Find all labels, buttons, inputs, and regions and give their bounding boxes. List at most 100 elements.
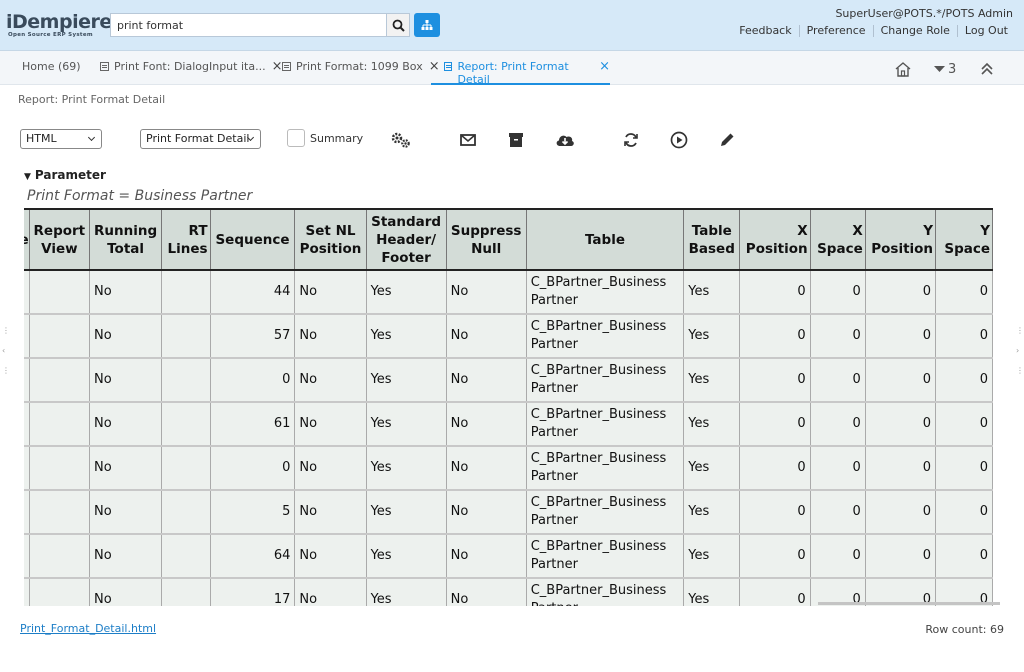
cell-table-based: Yes: [683, 269, 741, 315]
cell-y-pos: 0: [864, 401, 937, 447]
table-row[interactable]: No 44 No Yes No C_BPartner_Business Partner Ye…: [24, 269, 993, 315]
cell-running-total: No: [88, 577, 163, 606]
send-email-button[interactable]: [457, 129, 479, 151]
cell-suppress: No: [445, 401, 527, 447]
column-header[interactable]: RT Lines: [161, 208, 211, 271]
cell-y-space: 0: [935, 357, 993, 403]
menu-tree-button[interactable]: [414, 13, 440, 37]
column-header-label: Based: [688, 240, 735, 257]
column-header[interactable]: Standard Header/Footer: [365, 208, 447, 271]
export-button[interactable]: [554, 129, 576, 151]
cell-sequence: 44: [209, 269, 296, 315]
close-icon[interactable]: ×: [272, 60, 283, 73]
customize-button[interactable]: [390, 129, 412, 151]
cell-y-space: 0: [935, 489, 993, 535]
column-header-label: View: [41, 240, 78, 257]
mail-icon: [460, 134, 476, 146]
cell-empty: [28, 269, 90, 315]
change-role-link[interactable]: Change Role: [872, 25, 957, 37]
collapse-header-button[interactable]: [980, 60, 994, 78]
cell-x-pos: 0: [739, 313, 811, 359]
tab-print-font[interactable]: Print Font: DialogInput ita... ×: [100, 59, 282, 85]
table-row[interactable]: No 0 No Yes No C_BPartner_Business Partner Yes…: [24, 357, 993, 403]
home-button[interactable]: [894, 60, 912, 78]
user-role-label[interactable]: SuperUser@POTS.*/POTS Admin: [835, 7, 1013, 20]
search-icon: [392, 19, 405, 32]
column-header-label: Set NL: [305, 222, 356, 239]
cell-x-space: 0: [809, 445, 866, 491]
column-header[interactable]: Report View: [28, 208, 90, 271]
tab-label: Print Font: DialogInput ita...: [114, 60, 266, 73]
cell-sequence: 57: [209, 313, 296, 359]
preference-link[interactable]: Preference: [798, 25, 873, 37]
run-button[interactable]: [668, 129, 690, 151]
cell-sequence: 64: [209, 533, 296, 579]
column-header[interactable]: Table Based: [683, 208, 741, 271]
column-header[interactable]: Y Position: [864, 208, 937, 271]
column-header-label: Table: [691, 222, 732, 239]
refresh-button[interactable]: [620, 129, 642, 151]
cell-set-nl: No: [294, 445, 367, 491]
cell-running-total: No: [88, 357, 163, 403]
close-icon[interactable]: ×: [599, 60, 610, 73]
cell-sequence: 0: [209, 357, 296, 403]
tab-list-dropdown[interactable]: 3: [934, 60, 956, 78]
feedback-link[interactable]: Feedback: [732, 25, 798, 37]
global-search-input[interactable]: [110, 13, 387, 37]
output-format-select[interactable]: HTML: [20, 129, 102, 149]
column-header[interactable]: Suppress Null: [445, 208, 527, 271]
cell-table-based: Yes: [683, 401, 741, 447]
cell-empty: [161, 489, 211, 535]
column-header-label: Space: [944, 240, 990, 257]
tab-report-print-format-detail[interactable]: Report: Print Format Detail ×: [431, 59, 610, 86]
summary-label: Summary: [310, 132, 364, 145]
table-row[interactable]: No 61 No Yes No C_BPartner_Business Partner Ye…: [24, 401, 993, 447]
report-file-link[interactable]: Print_Format_Detail.html: [20, 622, 156, 635]
cell-x-pos: 0: [739, 533, 811, 579]
archive-button[interactable]: [505, 129, 527, 151]
app-header: iDempiere Open Source ERP System SuperUs…: [0, 0, 1024, 51]
column-header[interactable]: Sequence: [209, 208, 296, 271]
column-header-label: Null: [471, 240, 502, 257]
cell-set-nl: No: [294, 357, 367, 403]
column-header[interactable]: Table: [525, 208, 685, 271]
cell-set-nl: No: [294, 577, 367, 606]
archive-icon: [509, 133, 523, 147]
table-row[interactable]: No 5 No Yes No C_BPartner_Business Partner Yes…: [24, 489, 993, 535]
table-row[interactable]: No 0 No Yes No C_BPartner_Business Partner Yes…: [24, 445, 993, 491]
cell-table: C_BPartner_Business Partner: [525, 577, 685, 606]
column-header[interactable]: X Space: [809, 208, 866, 271]
cell-x-pos: 0: [739, 357, 811, 403]
edit-button[interactable]: [716, 129, 738, 151]
print-format-select[interactable]: Print Format Detail: [140, 129, 261, 149]
idempiere-logo[interactable]: iDempiere Open Source ERP System: [6, 12, 112, 38]
left-panel-handle[interactable]: ⋮ ‹ ⋮: [2, 326, 10, 376]
search-button[interactable]: [386, 13, 410, 37]
report-table-container[interactable]: e Report View Running Total RT Lines Sequen…: [24, 208, 1000, 606]
cell-empty: [161, 313, 211, 359]
column-header[interactable]: Set NL Position: [294, 208, 367, 271]
cell-empty: [28, 533, 90, 579]
column-header-label: Lines: [167, 240, 208, 257]
cell-suppress: No: [445, 445, 527, 491]
column-header[interactable]: Running Total: [88, 208, 163, 271]
cell-running-total: No: [88, 489, 163, 535]
cell-set-nl: No: [294, 313, 367, 359]
cell-x-pos: 0: [739, 577, 811, 606]
summary-checkbox[interactable]: [287, 129, 305, 147]
table-row[interactable]: No 57 No Yes No C_BPartner_Business Partner Ye…: [24, 313, 993, 359]
collapse-up-icon: [981, 62, 993, 75]
column-header[interactable]: Y Space: [935, 208, 993, 271]
right-panel-handle[interactable]: ⋮ › ⋮: [1016, 326, 1024, 376]
cell-empty: [161, 401, 211, 447]
cell-suppress: No: [445, 533, 527, 579]
column-header[interactable]: X Position: [739, 208, 811, 271]
horizontal-scrollbar[interactable]: [818, 602, 1000, 605]
tab-home[interactable]: Home (69): [22, 59, 81, 85]
tab-print-format[interactable]: Print Format: 1099 Box ×: [282, 59, 440, 85]
column-header-label: Y: [923, 222, 934, 239]
parameter-section-toggle[interactable]: ▼ Parameter: [24, 168, 106, 182]
logout-link[interactable]: Log Out: [956, 25, 1015, 37]
table-row[interactable]: No 64 No Yes No C_BPartner_Business Partner Ye…: [24, 533, 993, 579]
cell-suppress: No: [445, 577, 527, 606]
